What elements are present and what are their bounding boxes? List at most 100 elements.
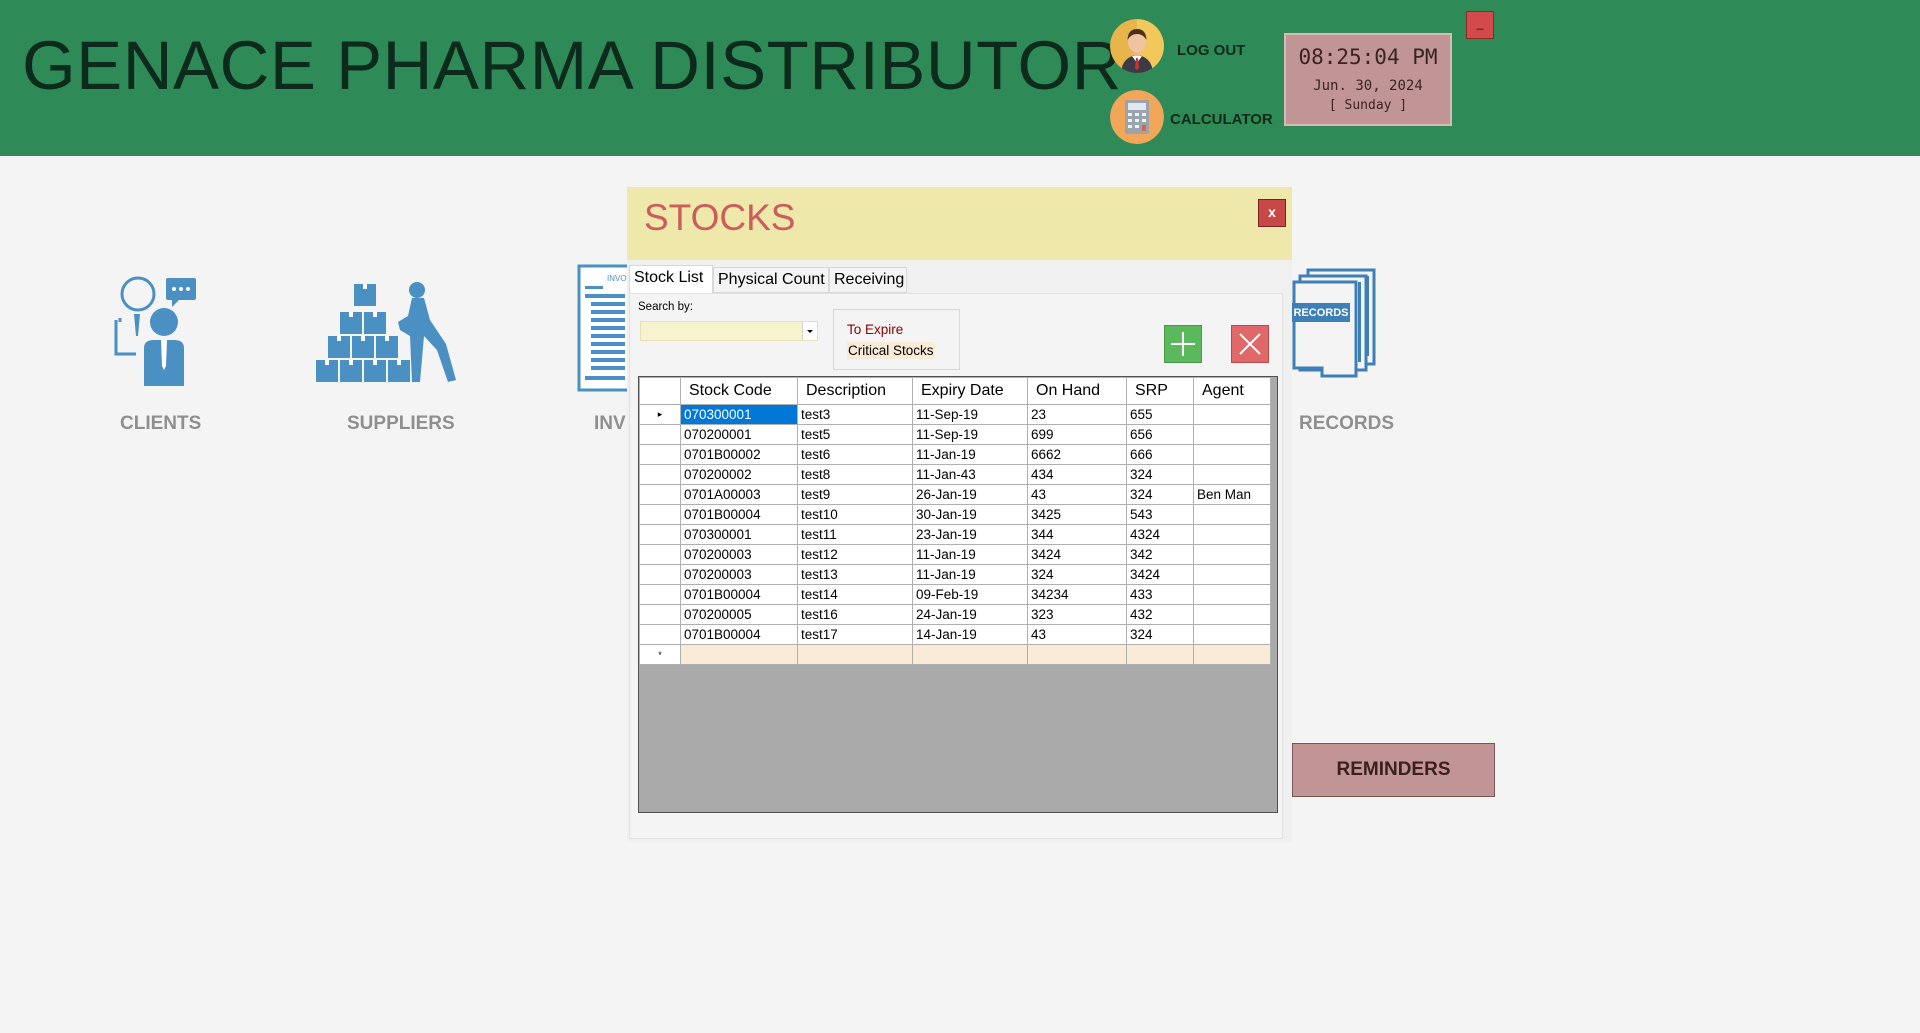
table-cell[interactable] [1193, 604, 1271, 625]
table-row[interactable]: 070200001 test5 11-Sep-19 699 656 [639, 424, 1271, 445]
table-cell[interactable]: 0701B00004 [680, 624, 798, 645]
table-cell[interactable]: 4324 [1126, 524, 1194, 545]
records-label[interactable]: RECORDS [1299, 413, 1394, 435]
table-cell[interactable] [1193, 524, 1271, 545]
col-agent[interactable]: Agent [1193, 377, 1271, 405]
delete-stock-button[interactable] [1231, 325, 1269, 363]
table-cell[interactable]: test8 [797, 464, 913, 485]
table-cell[interactable]: 070300001 [680, 524, 798, 545]
table-cell[interactable]: 3425 [1027, 504, 1127, 525]
row-header-cell[interactable] [639, 624, 681, 645]
tab-physical-count[interactable]: Physical Count [713, 267, 829, 293]
table-cell[interactable]: 30-Jan-19 [912, 504, 1028, 525]
calculator-link[interactable]: CALCULATOR [1170, 111, 1273, 128]
table-cell[interactable] [1193, 464, 1271, 485]
row-header-cell[interactable] [639, 424, 681, 445]
stock-grid[interactable]: Stock Code Description Expiry Date On Ha… [638, 376, 1278, 813]
table-cell[interactable]: test10 [797, 504, 913, 525]
row-header-cell[interactable] [639, 524, 681, 545]
row-header-cell[interactable] [639, 584, 681, 605]
inventory-tile[interactable]: INVO [577, 264, 641, 394]
table-cell[interactable]: test9 [797, 484, 913, 505]
table-row[interactable]: 070200002 test8 11-Jan-43 434 324 [639, 464, 1271, 485]
table-cell[interactable] [1193, 624, 1271, 645]
table-cell[interactable]: test16 [797, 604, 913, 625]
minimize-button[interactable]: _ [1466, 11, 1494, 39]
suppliers-tile[interactable] [316, 280, 461, 384]
new-row-cell[interactable] [1193, 644, 1271, 665]
row-header-cell[interactable] [639, 444, 681, 465]
logout-link[interactable]: LOG OUT [1177, 42, 1245, 59]
table-cell[interactable]: Ben Man [1193, 484, 1271, 505]
table-cell[interactable]: 070200001 [680, 424, 798, 445]
table-cell[interactable]: 26-Jan-19 [912, 484, 1028, 505]
table-cell[interactable]: 34234 [1027, 584, 1127, 605]
col-on-hand[interactable]: On Hand [1027, 377, 1127, 405]
table-row[interactable]: 0701B00004 test10 30-Jan-19 3425 543 [639, 504, 1271, 525]
table-cell[interactable]: test14 [797, 584, 913, 605]
table-cell[interactable] [1193, 424, 1271, 445]
table-cell[interactable]: 11-Sep-19 [912, 424, 1028, 445]
calculator-icon[interactable] [1110, 90, 1164, 144]
table-cell[interactable]: 070200003 [680, 564, 798, 585]
table-cell[interactable]: 11-Jan-19 [912, 444, 1028, 465]
new-row[interactable]: * [639, 644, 1271, 665]
table-cell[interactable]: test12 [797, 544, 913, 565]
table-row[interactable]: 070200003 test12 11-Jan-19 3424 342 [639, 544, 1271, 565]
col-stock-code[interactable]: Stock Code [680, 377, 798, 405]
table-row[interactable]: 070300001 test11 23-Jan-19 344 4324 [639, 524, 1271, 545]
table-cell[interactable]: 655 [1126, 404, 1194, 425]
to-expire-filter[interactable]: To Expire [847, 322, 903, 337]
table-cell[interactable]: 0701B00002 [680, 444, 798, 465]
row-header-cell[interactable]: ▸ [639, 404, 681, 425]
table-cell[interactable]: 070300001 [680, 404, 798, 425]
table-cell[interactable]: test17 [797, 624, 913, 645]
tab-receiving[interactable]: Receiving [829, 267, 907, 293]
table-cell[interactable]: 070200003 [680, 544, 798, 565]
user-avatar-icon[interactable] [1110, 19, 1164, 73]
table-cell[interactable]: 344 [1027, 524, 1127, 545]
table-cell[interactable]: 3424 [1027, 544, 1127, 565]
table-cell[interactable] [1193, 564, 1271, 585]
new-row-cell[interactable] [912, 644, 1028, 665]
table-row[interactable]: ▸ 070300001 test3 11-Sep-19 23 655 [639, 404, 1271, 425]
records-tile[interactable]: RECORDS [1292, 268, 1382, 378]
table-cell[interactable]: 43 [1027, 624, 1127, 645]
table-cell[interactable]: 14-Jan-19 [912, 624, 1028, 645]
table-cell[interactable]: 699 [1027, 424, 1127, 445]
table-cell[interactable] [1193, 584, 1271, 605]
table-cell[interactable]: 432 [1126, 604, 1194, 625]
table-cell[interactable]: 09-Feb-19 [912, 584, 1028, 605]
table-cell[interactable] [1193, 504, 1271, 525]
table-cell[interactable]: 070200005 [680, 604, 798, 625]
table-cell[interactable]: 324 [1126, 624, 1194, 645]
table-cell[interactable]: test6 [797, 444, 913, 465]
row-header-cell[interactable] [639, 564, 681, 585]
search-by-combobox[interactable] [640, 321, 818, 341]
table-cell[interactable]: test13 [797, 564, 913, 585]
table-cell[interactable]: 3424 [1126, 564, 1194, 585]
new-row-cell[interactable] [1126, 644, 1194, 665]
table-cell[interactable]: 656 [1126, 424, 1194, 445]
table-cell[interactable]: 11-Jan-43 [912, 464, 1028, 485]
table-cell[interactable]: 323 [1027, 604, 1127, 625]
table-cell[interactable]: 433 [1126, 584, 1194, 605]
row-header-cell[interactable] [639, 544, 681, 565]
critical-stocks-filter[interactable]: Critical Stocks [847, 342, 935, 359]
inventory-label[interactable]: INV [594, 413, 626, 435]
table-cell[interactable]: 43 [1027, 484, 1127, 505]
new-row-cell[interactable] [797, 644, 913, 665]
table-row[interactable]: 0701B00004 test14 09-Feb-19 34234 433 [639, 584, 1271, 605]
table-row[interactable]: 0701B00004 test17 14-Jan-19 43 324 [639, 624, 1271, 645]
table-cell[interactable]: test3 [797, 404, 913, 425]
table-cell[interactable]: 543 [1126, 504, 1194, 525]
table-cell[interactable]: 0701B00004 [680, 584, 798, 605]
col-expiry-date[interactable]: Expiry Date [912, 377, 1028, 405]
table-cell[interactable] [1193, 544, 1271, 565]
table-cell[interactable]: 434 [1027, 464, 1127, 485]
table-cell[interactable] [1193, 444, 1271, 465]
table-cell[interactable]: test11 [797, 524, 913, 545]
table-cell[interactable]: test5 [797, 424, 913, 445]
col-srp[interactable]: SRP [1126, 377, 1194, 405]
table-cell[interactable]: 11-Jan-19 [912, 544, 1028, 565]
